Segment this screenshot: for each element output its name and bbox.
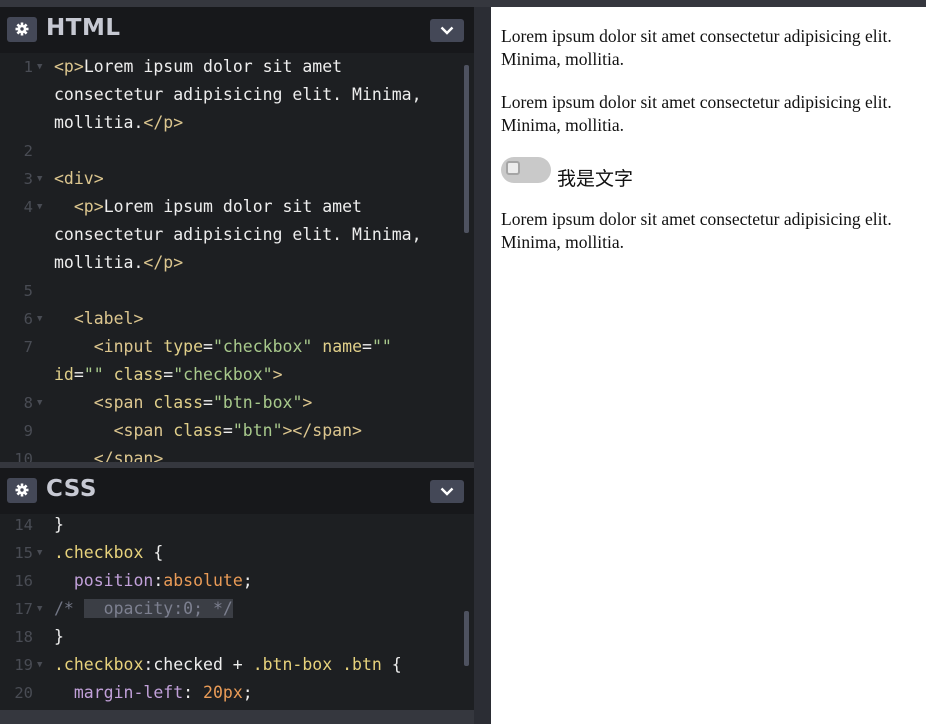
line-number: 1 (23, 58, 33, 76)
code-text: consectetur adipisicing elit. Minima, (54, 225, 422, 244)
css-settings-button[interactable] (7, 478, 37, 503)
code-line[interactable]: 17 ▼ /* opacity:0; */ (0, 595, 474, 623)
line-number: 3 (23, 170, 33, 188)
code-text: </span> (93, 449, 164, 462)
html-editor-panel: HTML 1 ▼ <p>Lorem ipsum dolor sit amet cons… (0, 7, 474, 462)
code-text: <span class="btn-box"> (93, 393, 313, 412)
code-line[interactable]: 18} (0, 623, 474, 651)
code-line[interactable]: consectetur adipisicing elit. Minima, (0, 81, 474, 109)
css-panel-title: CSS (46, 476, 97, 502)
editor-column: HTML 1 ▼ <p>Lorem ipsum dolor sit amet cons… (0, 7, 474, 724)
html-editor-scrollbar[interactable] (464, 65, 469, 233)
fold-arrow-icon[interactable]: ▼ (37, 651, 42, 679)
line-number: 18 (14, 628, 33, 646)
code-line[interactable]: 5 (0, 277, 474, 305)
toggle-label[interactable]: 我是文字 (557, 164, 633, 191)
line-number: 10 (14, 450, 33, 462)
line-number: 17 (14, 600, 33, 618)
code-text: .checkbox:checked + .btn-box .btn { (54, 655, 402, 674)
line-number: 15 (14, 544, 33, 562)
code-text: consectetur adipisicing elit. Minima, (54, 85, 422, 104)
code-text: <p>Lorem ipsum dolor sit amet (54, 57, 343, 76)
line-number: 8 (23, 394, 33, 412)
code-line[interactable]: 6 ▼ <label> (0, 305, 474, 333)
editor-preview-splitter[interactable] (474, 7, 491, 724)
html-panel-title: HTML (46, 15, 121, 41)
code-text: .checkbox { (54, 543, 164, 562)
line-number: 14 (14, 516, 33, 534)
code-text: mollitia.</p> (54, 253, 184, 272)
code-text: } (54, 515, 64, 534)
line-number: 19 (14, 656, 33, 674)
fold-arrow-icon[interactable]: ▼ (37, 539, 42, 567)
css-editor-panel: CSS 14} 15 ▼ .checkbox {16 position:absolut… (0, 468, 474, 716)
panel-resize-handle-js[interactable] (0, 710, 474, 724)
code-line[interactable]: 20 margin-left: 20px; (0, 679, 474, 707)
fold-arrow-icon[interactable]: ▼ (37, 595, 42, 623)
code-line[interactable]: 10 </span> (0, 445, 474, 462)
code-text: mollitia.</p> (54, 113, 184, 132)
code-line[interactable]: id="" class="checkbox"> (0, 361, 474, 389)
preview-paragraph-3: Lorem ipsum dolor sit amet consectetur a… (501, 209, 892, 252)
html-panel-header: HTML (0, 7, 474, 53)
code-line[interactable]: 14} (0, 511, 474, 539)
fold-arrow-icon[interactable]: ▼ (37, 389, 42, 417)
code-text: <input type="checkbox" name="" (93, 337, 392, 356)
toggle-switch[interactable] (501, 157, 551, 183)
line-number: 5 (23, 282, 33, 300)
code-text: id="" class="checkbox"> (54, 365, 283, 384)
line-number: 9 (23, 422, 33, 440)
preview-paragraph-1: Lorem ipsum dolor sit amet consectetur a… (501, 26, 892, 69)
preview-paragraph-2: Lorem ipsum dolor sit amet consectetur a… (501, 92, 892, 135)
code-line[interactable]: 16 position:absolute; (0, 567, 474, 595)
chevron-down-icon (440, 26, 454, 35)
code-line[interactable]: 8 ▼ <span class="btn-box"> (0, 389, 474, 417)
css-editor-scrollbar[interactable] (464, 611, 469, 666)
code-text: <p>Lorem ipsum dolor sit amet (73, 197, 362, 216)
fold-arrow-icon[interactable]: ▼ (37, 53, 42, 81)
code-line[interactable]: 15 ▼ .checkbox { (0, 539, 474, 567)
line-number: 4 (23, 198, 33, 216)
html-code-area[interactable]: 1 ▼ <p>Lorem ipsum dolor sit amet consectet… (0, 53, 474, 462)
code-line[interactable]: 4 ▼ <p>Lorem ipsum dolor sit amet (0, 193, 474, 221)
code-text: <div> (54, 169, 104, 188)
code-text: <label> (73, 309, 144, 328)
css-code-area[interactable]: 14} 15 ▼ .checkbox {16 position:absolute; 17… (0, 511, 474, 716)
gear-icon (15, 22, 29, 36)
code-text: position:absolute; (73, 571, 253, 590)
code-line[interactable]: mollitia.</p> (0, 109, 474, 137)
code-line[interactable]: 7 <input type="checkbox" name="" (0, 333, 474, 361)
code-text: <span class="btn"></span> (113, 421, 362, 440)
line-number: 16 (14, 572, 33, 590)
code-text: } (54, 627, 64, 646)
code-line[interactable]: 1 ▼ <p>Lorem ipsum dolor sit amet (0, 53, 474, 81)
fold-arrow-icon[interactable]: ▼ (37, 193, 42, 221)
top-bar (0, 0, 926, 7)
code-line[interactable]: 2 (0, 137, 474, 165)
result-preview: Lorem ipsum dolor sit amet consectetur a… (491, 7, 926, 724)
code-line[interactable]: consectetur adipisicing elit. Minima, (0, 221, 474, 249)
code-text: /* opacity:0; */ (54, 599, 233, 618)
code-line[interactable]: 3 ▼ <div> (0, 165, 474, 193)
gear-icon (15, 483, 29, 497)
code-line[interactable]: 19 ▼ .checkbox:checked + .btn-box .btn { (0, 651, 474, 679)
fold-arrow-icon[interactable]: ▼ (37, 165, 42, 193)
line-number: 2 (23, 142, 33, 160)
line-number: 7 (23, 338, 33, 356)
fold-arrow-icon[interactable]: ▼ (37, 305, 42, 333)
css-panel-header: CSS (0, 468, 474, 514)
code-line[interactable]: mollitia.</p> (0, 249, 474, 277)
code-line[interactable]: 9 <span class="btn"></span> (0, 417, 474, 445)
code-text: margin-left: 20px; (73, 683, 253, 702)
line-number: 20 (14, 684, 33, 702)
html-settings-button[interactable] (7, 17, 37, 42)
html-collapse-button[interactable] (430, 19, 464, 42)
toggle-knob (506, 161, 520, 175)
css-collapse-button[interactable] (430, 480, 464, 503)
line-number: 6 (23, 310, 33, 328)
chevron-down-icon (440, 487, 454, 496)
